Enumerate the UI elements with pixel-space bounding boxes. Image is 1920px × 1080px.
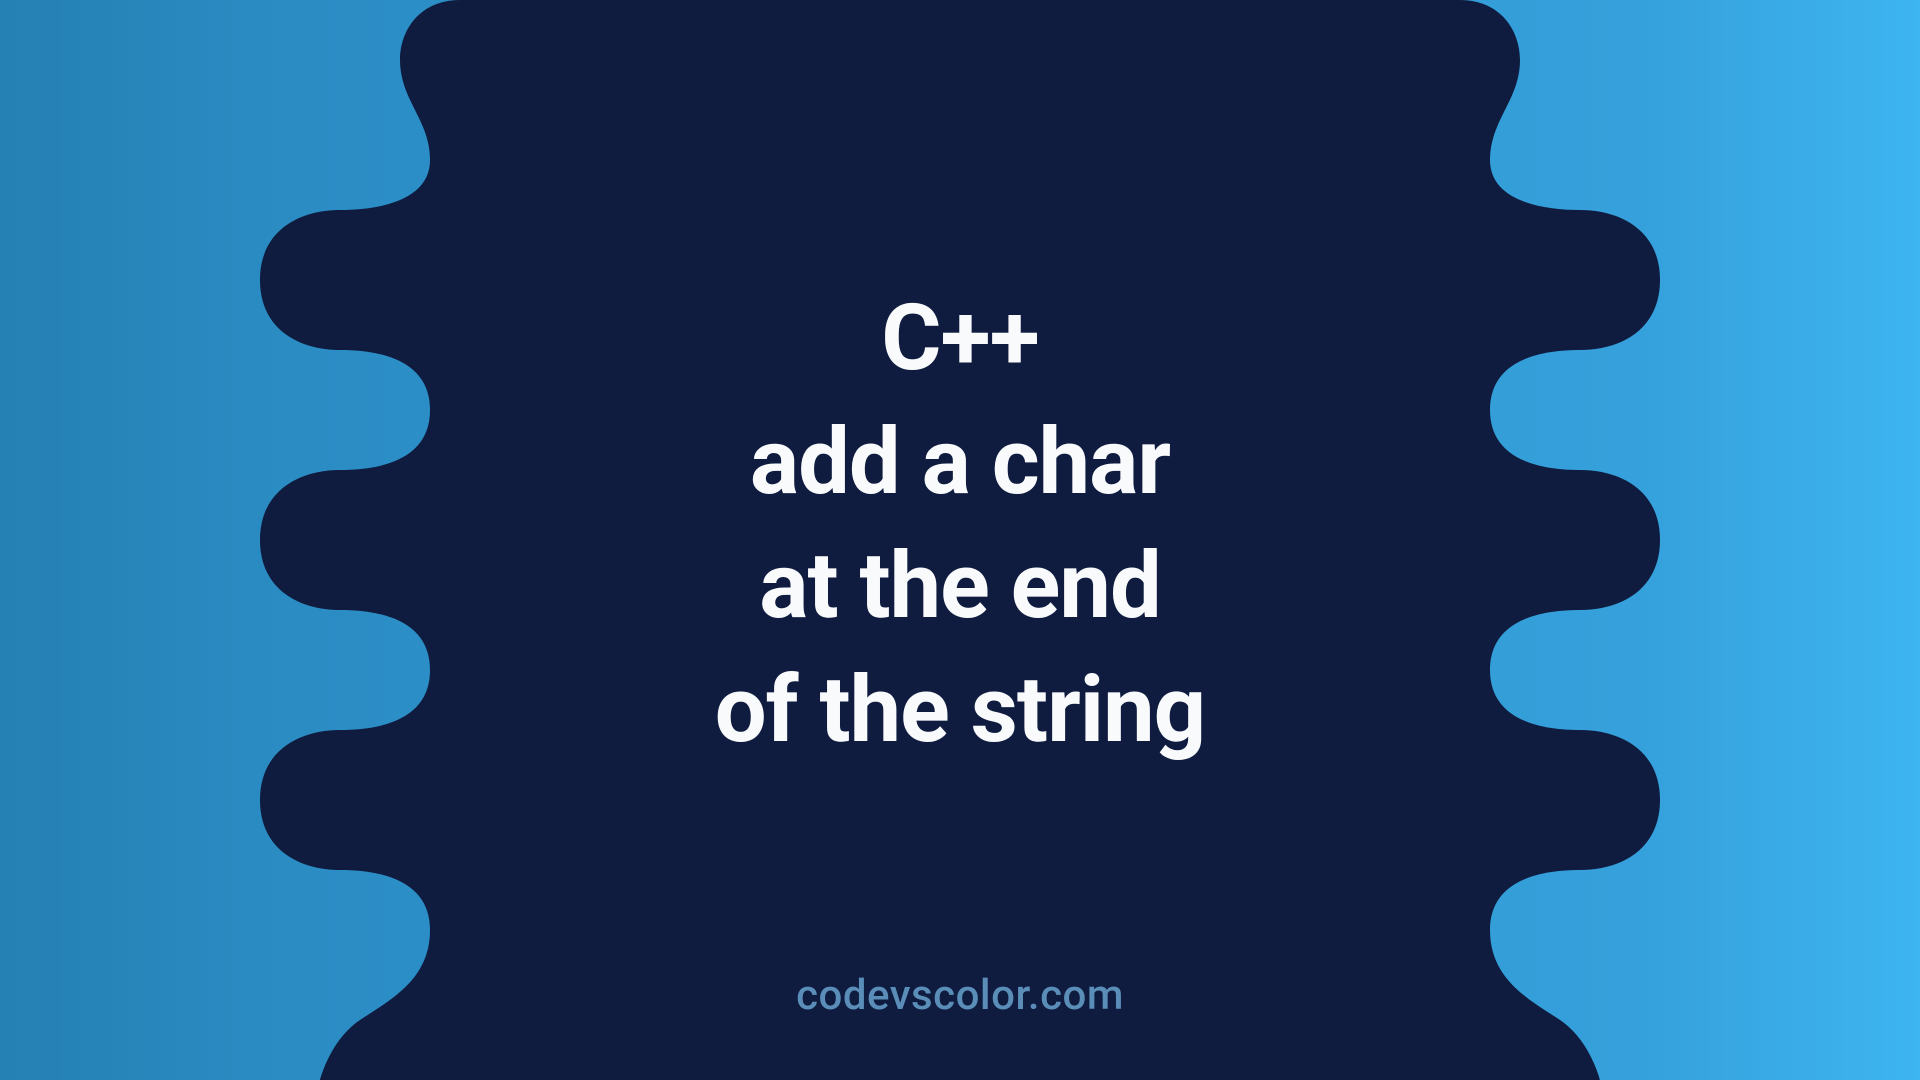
main-title: C++ add a char at the end of the string (715, 277, 1205, 774)
content-container: C++ add a char at the end of the string (0, 0, 1920, 1080)
title-line-2: add a char (715, 401, 1205, 525)
footer-credit: codevscolor.com (0, 971, 1920, 1020)
title-line-1: C++ (715, 277, 1205, 401)
title-line-3: at the end (715, 525, 1205, 649)
title-line-4: of the string (715, 649, 1205, 773)
